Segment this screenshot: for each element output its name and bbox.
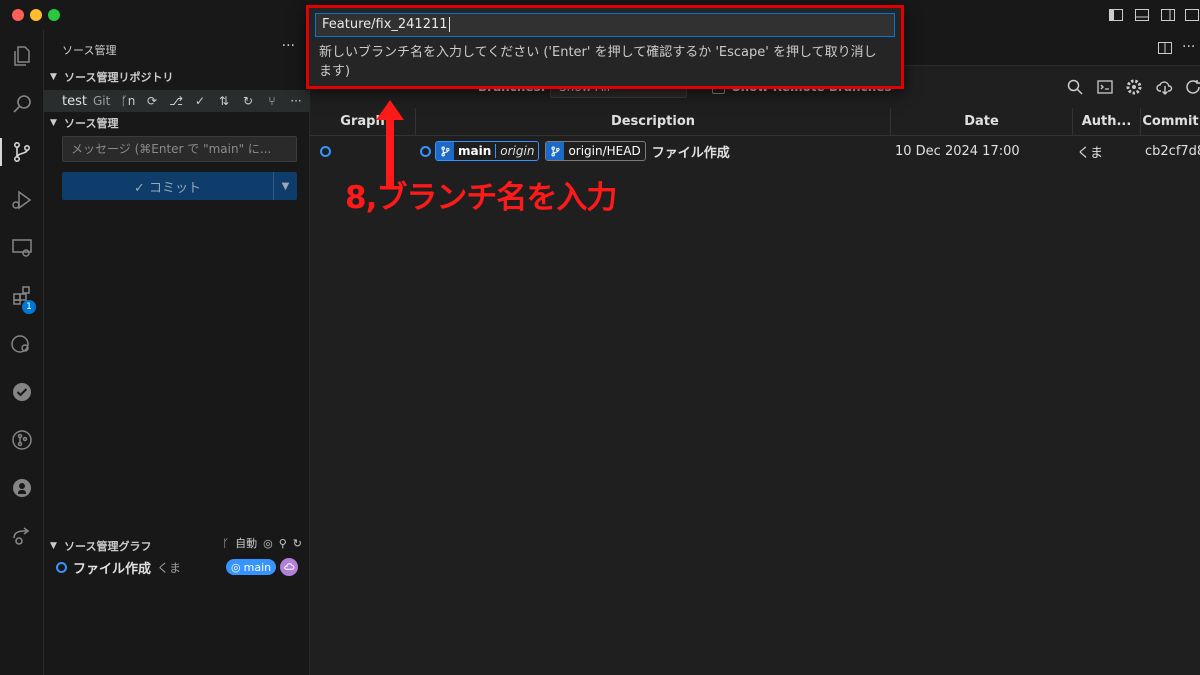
sidebar-title: ソース管理	[62, 44, 117, 57]
refresh-icon[interactable]	[1184, 78, 1200, 96]
repository-name: test	[62, 93, 87, 109]
repository-actions: ᚴn ⟳ ⎇ ✓ ⇅ ↻ ⑂ ···	[118, 93, 306, 109]
repository-kind: Git	[92, 94, 111, 108]
activity-bar: 1	[0, 30, 44, 675]
quick-input-message: 新しいブランチ名を入力してください ('Enter' を押して確認するか 'Es…	[319, 45, 877, 79]
gitlens-icon[interactable]	[0, 326, 44, 362]
remote-head-tag[interactable]: origin/HEAD	[545, 141, 646, 161]
commit-message-input[interactable]: メッセージ (⌘Enter で "main" に...	[62, 136, 297, 162]
graph-actions: ᚴ 自動 ◎ ⚲ ↻	[223, 535, 303, 551]
pull-request-icon[interactable]: ⇅	[214, 93, 234, 109]
branch-icon[interactable]: ᚴn	[118, 93, 138, 109]
graph-commit-message: ファイル作成	[73, 561, 152, 577]
live-share-icon[interactable]	[0, 518, 44, 554]
split-editor-icon[interactable]	[1157, 40, 1173, 56]
close-window-button[interactable]	[12, 9, 24, 21]
branch-pill-label: main	[243, 560, 272, 574]
branch-pill: ◎ main	[226, 559, 277, 575]
extensions-badge: 1	[22, 300, 36, 314]
annotation-label: 8,ブランチ名を入力	[345, 180, 617, 216]
chevron-down-icon: ▼	[50, 72, 57, 82]
cloud-icon	[280, 558, 298, 576]
github-icon[interactable]	[0, 470, 44, 506]
local-branch-name: main	[458, 144, 492, 158]
terminal-icon[interactable]	[1096, 78, 1114, 96]
column-header-date[interactable]: Date	[891, 108, 1073, 136]
commit-author: くま	[1077, 145, 1104, 161]
check-circle-icon[interactable]	[0, 374, 44, 410]
local-branch-tag[interactable]: main origin	[435, 141, 540, 161]
maximize-window-button[interactable]	[48, 9, 60, 21]
remote-name: origin	[495, 144, 538, 158]
repositories-section-header[interactable]: ▼ ソース管理リポジトリ	[44, 66, 310, 88]
search-icon[interactable]	[0, 86, 44, 122]
chevron-down-icon: ▼	[50, 118, 57, 128]
commit-button-label: ✓ コミット	[133, 180, 202, 196]
graph-section-header[interactable]: ▼ ソース管理グラフ ᚴ 自動 ◎ ⚲ ↻	[44, 535, 310, 557]
git-graph-editor: ··· Branches: Show All Show Remote Branc…	[310, 30, 1200, 675]
explorer-icon[interactable]	[0, 38, 44, 74]
toggle-panel-icon[interactable]	[1134, 7, 1150, 23]
run-debug-icon[interactable]	[0, 182, 44, 218]
commit-date: 10 Dec 2024 17:00	[895, 143, 1020, 159]
commit-node-icon	[320, 145, 331, 157]
commit-message: ファイル作成	[651, 145, 730, 161]
cloud-download-icon[interactable]	[1156, 78, 1174, 96]
commit-button[interactable]: ✓ コミット ▼	[62, 172, 297, 200]
column-header-description[interactable]: Description	[416, 108, 891, 136]
graph-section-title: ソース管理グラフ	[64, 540, 152, 553]
branch-name-quick-input: Feature/fix_241211 新しいブランチ名を入力してください ('E…	[306, 5, 904, 89]
commit-node-icon	[56, 561, 67, 573]
commit-node-icon	[420, 145, 431, 157]
changes-section-title: ソース管理	[64, 117, 119, 130]
remote-explorer-icon[interactable]	[0, 230, 44, 266]
graph-commit-item[interactable]: ファイル作成 くま ◎ main	[44, 556, 310, 578]
repository-row[interactable]: test Git ᚴn ⟳ ⎇ ✓ ⇅ ↻ ⑂ ···	[44, 90, 310, 112]
branch-icon	[436, 142, 454, 160]
column-header-commit[interactable]: Commit	[1141, 108, 1200, 136]
refresh-icon[interactable]: ↻	[293, 537, 302, 550]
column-header-author[interactable]: Auth...	[1073, 108, 1141, 136]
extensions-icon[interactable]: 1	[0, 278, 44, 314]
graph-icon[interactable]: ⎇	[166, 93, 186, 109]
toggle-primary-sidebar-icon[interactable]	[1108, 7, 1124, 23]
commit-graph-node	[320, 138, 340, 164]
chevron-down-icon[interactable]: ▼	[273, 172, 297, 200]
table-row[interactable]: main origin origin/HEAD ファイル作成 10 Dec 20…	[310, 138, 1200, 164]
git-graph-icon[interactable]	[0, 422, 44, 458]
target-icon[interactable]: ◎	[263, 537, 273, 550]
fetch-icon[interactable]: ⚲	[279, 537, 287, 550]
target-icon: ◎	[231, 560, 241, 574]
chevron-down-icon: ▼	[50, 541, 57, 551]
remote-head-name: origin/HEAD	[568, 144, 641, 158]
graph-auto-label[interactable]: 自動	[235, 535, 257, 551]
gear-icon[interactable]	[1125, 78, 1143, 96]
more-actions-button[interactable]: ···	[282, 38, 295, 54]
repositories-section-title: ソース管理リポジトリ	[64, 71, 174, 84]
source-control-sidebar: ソース管理 ··· ▼ ソース管理リポジトリ test Git ᚴn ⟳ ⎇ ✓…	[44, 30, 310, 675]
graph-commit-author: くま	[157, 560, 182, 575]
changes-section-header[interactable]: ▼ ソース管理	[44, 112, 310, 134]
customize-layout-icon[interactable]	[1184, 7, 1200, 23]
more-actions-icon[interactable]: ···	[1182, 40, 1198, 56]
branch-icon	[546, 142, 565, 160]
sync-icon[interactable]: ⟳	[142, 93, 162, 109]
toggle-secondary-sidebar-icon[interactable]	[1160, 7, 1176, 23]
commit-description-cell: main origin origin/HEAD ファイル作成	[420, 138, 890, 164]
minimize-window-button[interactable]	[30, 9, 42, 21]
search-icon[interactable]	[1066, 78, 1084, 96]
source-control-icon[interactable]	[0, 134, 44, 170]
commit-hash: cb2cf7d8	[1145, 143, 1200, 159]
more-icon[interactable]: ···	[286, 93, 306, 109]
branch-name-input[interactable]: Feature/fix_241211	[315, 13, 895, 37]
fetch-icon[interactable]: ⑂	[262, 93, 282, 109]
refresh-icon[interactable]: ↻	[238, 93, 258, 109]
commit-check-icon[interactable]: ✓	[190, 93, 210, 109]
branch-icon[interactable]: ᚴ	[223, 537, 230, 550]
